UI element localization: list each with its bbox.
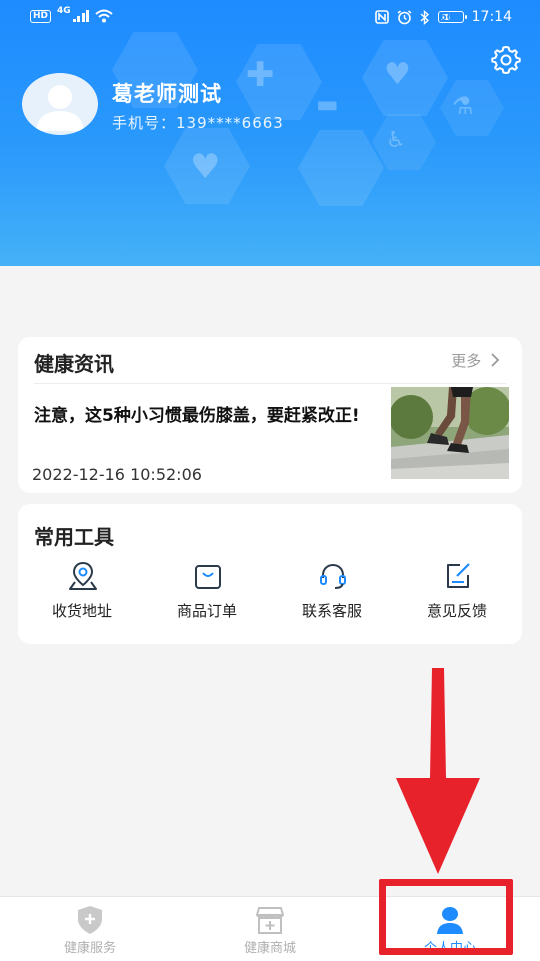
annotation-arrow-icon [396, 668, 480, 874]
signal-icon [72, 10, 90, 22]
medical-cross-icon: ✚ [246, 55, 275, 95]
flask-icon: ⚗ [452, 92, 474, 120]
user-avatar-icon [36, 85, 84, 131]
tool-label: 收货地址 [51, 602, 112, 620]
divider [34, 383, 506, 384]
user-name: 葛老师测试 [112, 82, 222, 106]
tools-section-title: 常用工具 [34, 525, 114, 549]
phone-label: 手机号： [112, 114, 177, 132]
alarm-icon [397, 9, 412, 24]
health-news-card: 健康资讯 更多 注意，这5种小习惯最伤膝盖，要赶紧改正! 2022-12-16 … [18, 337, 522, 493]
heart-icon: ♥ [384, 57, 411, 92]
chevron-right-icon [491, 353, 500, 367]
news-section-title: 健康资讯 [34, 352, 114, 376]
wifi-icon [95, 9, 113, 23]
status-time: 17:14 [471, 9, 512, 25]
tool-label: 联系客服 [301, 602, 362, 620]
runner-photo [391, 387, 509, 479]
shopping-bag-icon [195, 565, 221, 589]
shield-plus-icon [78, 906, 102, 934]
location-pin-icon [69, 561, 97, 590]
status-bar: HD 4G 66 17:14 [0, 0, 540, 36]
tool-product-orders[interactable]: 商品订单 [147, 560, 267, 630]
nav-label: 健康商城 [243, 941, 296, 956]
hex-decoration [298, 130, 384, 206]
phone-number: 139****6663 [176, 114, 284, 132]
edit-feedback-icon [447, 563, 470, 588]
common-tools-card: 常用工具 收货地址 商品订单 联系客服 意见反馈 [18, 504, 522, 644]
nav-health-mall[interactable]: 健康商城 [180, 897, 360, 961]
network-type: 4G [57, 6, 71, 16]
bluetooth-icon [420, 9, 429, 25]
wheelchair-icon: ♿ [386, 128, 406, 153]
tool-customer-service[interactable]: 联系客服 [272, 560, 392, 630]
tool-feedback[interactable]: 意见反馈 [397, 560, 517, 630]
nav-label: 健康服务 [63, 941, 116, 956]
more-link[interactable]: 更多 [451, 350, 500, 371]
settings-gear-icon[interactable] [490, 44, 522, 76]
news-headline[interactable]: 注意，这5种小习惯最伤膝盖，要赶紧改正! [34, 403, 382, 429]
nav-health-service[interactable]: 健康服务 [0, 897, 180, 961]
avatar[interactable] [22, 73, 98, 135]
tool-label: 商品订单 [176, 602, 237, 620]
headset-icon [320, 563, 346, 589]
news-thumbnail[interactable] [391, 387, 509, 479]
heart-icon: ♥ [190, 147, 221, 187]
tool-label: 意见反馈 [426, 602, 487, 620]
bandage-icon: ▬ [316, 90, 339, 118]
annotation-highlight-box [379, 879, 513, 955]
nfc-icon [374, 10, 389, 24]
hd-indicator: HD [30, 9, 52, 23]
news-date: 2022-12-16 10:52:06 [32, 465, 202, 484]
tool-shipping-address[interactable]: 收货地址 [22, 560, 142, 630]
user-phone: 手机号：139****6663 [112, 112, 284, 133]
store-icon [256, 907, 284, 934]
more-label: 更多 [451, 352, 482, 370]
profile-header: ✚ ♥ ♥ ▬ ⚗ ♿ HD 4G 66 17:14 葛老师测试 手机号：139… [0, 0, 540, 266]
battery-level: 66 [439, 11, 454, 23]
